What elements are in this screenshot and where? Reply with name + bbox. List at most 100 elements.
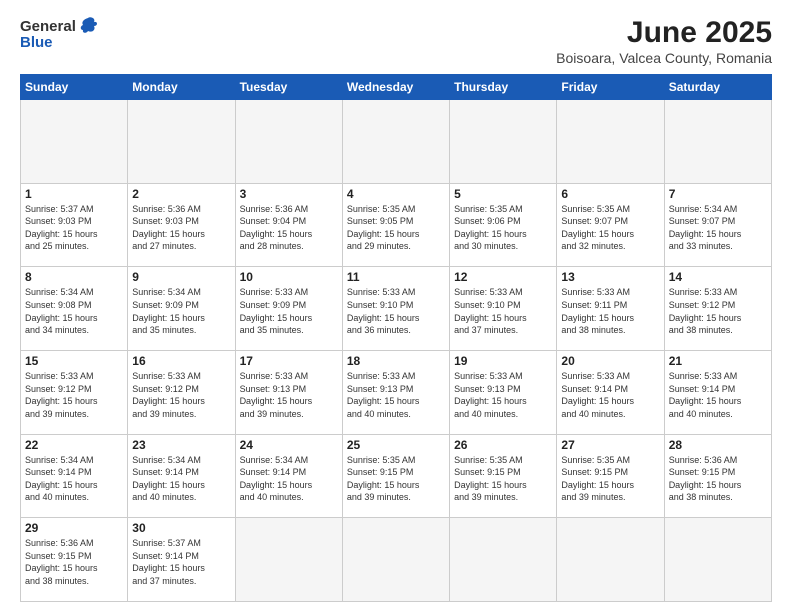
day-info: Sunrise: 5:36 AMSunset: 9:15 PMDaylight:… (669, 454, 767, 504)
calendar-week-2: 8 Sunrise: 5:34 AMSunset: 9:08 PMDaylight… (21, 267, 772, 351)
day-number: 8 (25, 270, 123, 284)
calendar-week-1: 1Sunrise: 5:37 AMSunset: 9:03 PMDaylight… (21, 183, 772, 267)
calendar-cell: 7 Sunrise: 5:34 AMSunset: 9:07 PMDaylight… (664, 183, 771, 267)
calendar-cell (235, 100, 342, 184)
header: General Blue June 2025 Boisoara, Valcea … (20, 16, 772, 66)
day-number: 28 (669, 438, 767, 452)
calendar-week-3: 15Sunrise: 5:33 AMSunset: 9:12 PMDayligh… (21, 350, 772, 434)
day-info: Sunrise: 5:33 AMSunset: 9:14 PMDaylight:… (669, 370, 767, 420)
calendar-cell: 17Sunrise: 5:33 AMSunset: 9:13 PMDayligh… (235, 350, 342, 434)
col-friday: Friday (557, 75, 664, 100)
day-info: Sunrise: 5:33 AMSunset: 9:14 PMDaylight:… (561, 370, 659, 420)
calendar-cell: 29 Sunrise: 5:36 AMSunset: 9:15 PMDayligh… (21, 518, 128, 602)
day-info: Sunrise: 5:36 AMSunset: 9:15 PMDaylight:… (25, 537, 123, 587)
day-info: Sunrise: 5:34 AMSunset: 9:08 PMDaylight:… (25, 286, 123, 336)
calendar-cell: 24 Sunrise: 5:34 AMSunset: 9:14 PMDayligh… (235, 434, 342, 518)
calendar-cell: 2Sunrise: 5:36 AMSunset: 9:03 PMDaylight… (128, 183, 235, 267)
day-info: Sunrise: 5:35 AMSunset: 9:05 PMDaylight:… (347, 203, 445, 253)
day-number: 3 (240, 187, 338, 201)
day-number: 7 (669, 187, 767, 201)
calendar-cell: 23Sunrise: 5:34 AMSunset: 9:14 PMDayligh… (128, 434, 235, 518)
calendar-cell: 6Sunrise: 5:35 AMSunset: 9:07 PMDaylight… (557, 183, 664, 267)
calendar-cell (664, 518, 771, 602)
day-number: 30 (132, 521, 230, 535)
day-info: Sunrise: 5:33 AMSunset: 9:12 PMDaylight:… (25, 370, 123, 420)
day-info: Sunrise: 5:33 AMSunset: 9:11 PMDaylight:… (561, 286, 659, 336)
page: General Blue June 2025 Boisoara, Valcea … (0, 0, 792, 612)
calendar-cell: 19 Sunrise: 5:33 AMSunset: 9:13 PMDayligh… (450, 350, 557, 434)
calendar-cell: 11 Sunrise: 5:33 AMSunset: 9:10 PMDayligh… (342, 267, 449, 351)
calendar-cell: 30 Sunrise: 5:37 AMSunset: 9:14 PMDayligh… (128, 518, 235, 602)
day-info: Sunrise: 5:33 AMSunset: 9:13 PMDaylight:… (240, 370, 338, 420)
calendar-cell: 20 Sunrise: 5:33 AMSunset: 9:14 PMDayligh… (557, 350, 664, 434)
calendar-cell: 3 Sunrise: 5:36 AMSunset: 9:04 PMDaylight… (235, 183, 342, 267)
calendar-cell (664, 100, 771, 184)
day-number: 14 (669, 270, 767, 284)
day-info: Sunrise: 5:37 AMSunset: 9:03 PMDaylight:… (25, 203, 123, 253)
logo-blue: Blue (20, 34, 53, 51)
logo: General Blue (20, 16, 98, 51)
calendar-cell (450, 518, 557, 602)
day-number: 29 (25, 521, 123, 535)
calendar-cell: 15Sunrise: 5:33 AMSunset: 9:12 PMDayligh… (21, 350, 128, 434)
title-block: June 2025 Boisoara, Valcea County, Roman… (556, 16, 772, 66)
calendar-header-row: Sunday Monday Tuesday Wednesday Thursday… (21, 75, 772, 100)
calendar-cell: 25Sunrise: 5:35 AMSunset: 9:15 PMDayligh… (342, 434, 449, 518)
calendar-cell: 8 Sunrise: 5:34 AMSunset: 9:08 PMDaylight… (21, 267, 128, 351)
calendar-table: Sunday Monday Tuesday Wednesday Thursday… (20, 74, 772, 602)
logo-bird-icon (78, 16, 98, 36)
day-number: 20 (561, 354, 659, 368)
col-sunday: Sunday (21, 75, 128, 100)
calendar-cell: 13Sunrise: 5:33 AMSunset: 9:11 PMDayligh… (557, 267, 664, 351)
calendar-week-4: 22 Sunrise: 5:34 AMSunset: 9:14 PMDayligh… (21, 434, 772, 518)
day-number: 12 (454, 270, 552, 284)
calendar-cell: 18Sunrise: 5:33 AMSunset: 9:13 PMDayligh… (342, 350, 449, 434)
day-number: 9 (132, 270, 230, 284)
day-info: Sunrise: 5:33 AMSunset: 9:12 PMDaylight:… (669, 286, 767, 336)
day-number: 11 (347, 270, 445, 284)
calendar-cell: 1Sunrise: 5:37 AMSunset: 9:03 PMDaylight… (21, 183, 128, 267)
calendar-cell (21, 100, 128, 184)
col-wednesday: Wednesday (342, 75, 449, 100)
calendar-cell (235, 518, 342, 602)
calendar-cell: 28 Sunrise: 5:36 AMSunset: 9:15 PMDayligh… (664, 434, 771, 518)
day-info: Sunrise: 5:34 AMSunset: 9:14 PMDaylight:… (240, 454, 338, 504)
day-number: 26 (454, 438, 552, 452)
day-info: Sunrise: 5:36 AMSunset: 9:04 PMDaylight:… (240, 203, 338, 253)
calendar-cell: 4 Sunrise: 5:35 AMSunset: 9:05 PMDaylight… (342, 183, 449, 267)
day-number: 22 (25, 438, 123, 452)
day-info: Sunrise: 5:35 AMSunset: 9:07 PMDaylight:… (561, 203, 659, 253)
day-info: Sunrise: 5:33 AMSunset: 9:10 PMDaylight:… (454, 286, 552, 336)
calendar-cell: 26 Sunrise: 5:35 AMSunset: 9:15 PMDayligh… (450, 434, 557, 518)
calendar-cell: 12 Sunrise: 5:33 AMSunset: 9:10 PMDayligh… (450, 267, 557, 351)
day-number: 24 (240, 438, 338, 452)
col-saturday: Saturday (664, 75, 771, 100)
day-number: 27 (561, 438, 659, 452)
calendar-cell (450, 100, 557, 184)
calendar-cell (342, 518, 449, 602)
day-number: 16 (132, 354, 230, 368)
day-number: 4 (347, 187, 445, 201)
day-info: Sunrise: 5:34 AMSunset: 9:07 PMDaylight:… (669, 203, 767, 253)
calendar-cell: 14 Sunrise: 5:33 AMSunset: 9:12 PMDayligh… (664, 267, 771, 351)
col-tuesday: Tuesday (235, 75, 342, 100)
calendar-cell (128, 100, 235, 184)
col-monday: Monday (128, 75, 235, 100)
logo-general: General (20, 18, 76, 35)
day-info: Sunrise: 5:33 AMSunset: 9:13 PMDaylight:… (454, 370, 552, 420)
calendar-cell (342, 100, 449, 184)
day-info: Sunrise: 5:33 AMSunset: 9:10 PMDaylight:… (347, 286, 445, 336)
day-info: Sunrise: 5:37 AMSunset: 9:14 PMDaylight:… (132, 537, 230, 587)
day-info: Sunrise: 5:34 AMSunset: 9:14 PMDaylight:… (132, 454, 230, 504)
day-number: 21 (669, 354, 767, 368)
day-number: 25 (347, 438, 445, 452)
day-info: Sunrise: 5:33 AMSunset: 9:12 PMDaylight:… (132, 370, 230, 420)
main-title: June 2025 (556, 16, 772, 50)
day-number: 19 (454, 354, 552, 368)
calendar-cell: 10Sunrise: 5:33 AMSunset: 9:09 PMDayligh… (235, 267, 342, 351)
day-info: Sunrise: 5:35 AMSunset: 9:15 PMDaylight:… (454, 454, 552, 504)
calendar-cell: 22Sunrise: 5:34 AMSunset: 9:14 PMDayligh… (21, 434, 128, 518)
calendar-cell: 27Sunrise: 5:35 AMSunset: 9:15 PMDayligh… (557, 434, 664, 518)
day-info: Sunrise: 5:35 AMSunset: 9:06 PMDaylight:… (454, 203, 552, 253)
day-info: Sunrise: 5:36 AMSunset: 9:03 PMDaylight:… (132, 203, 230, 253)
